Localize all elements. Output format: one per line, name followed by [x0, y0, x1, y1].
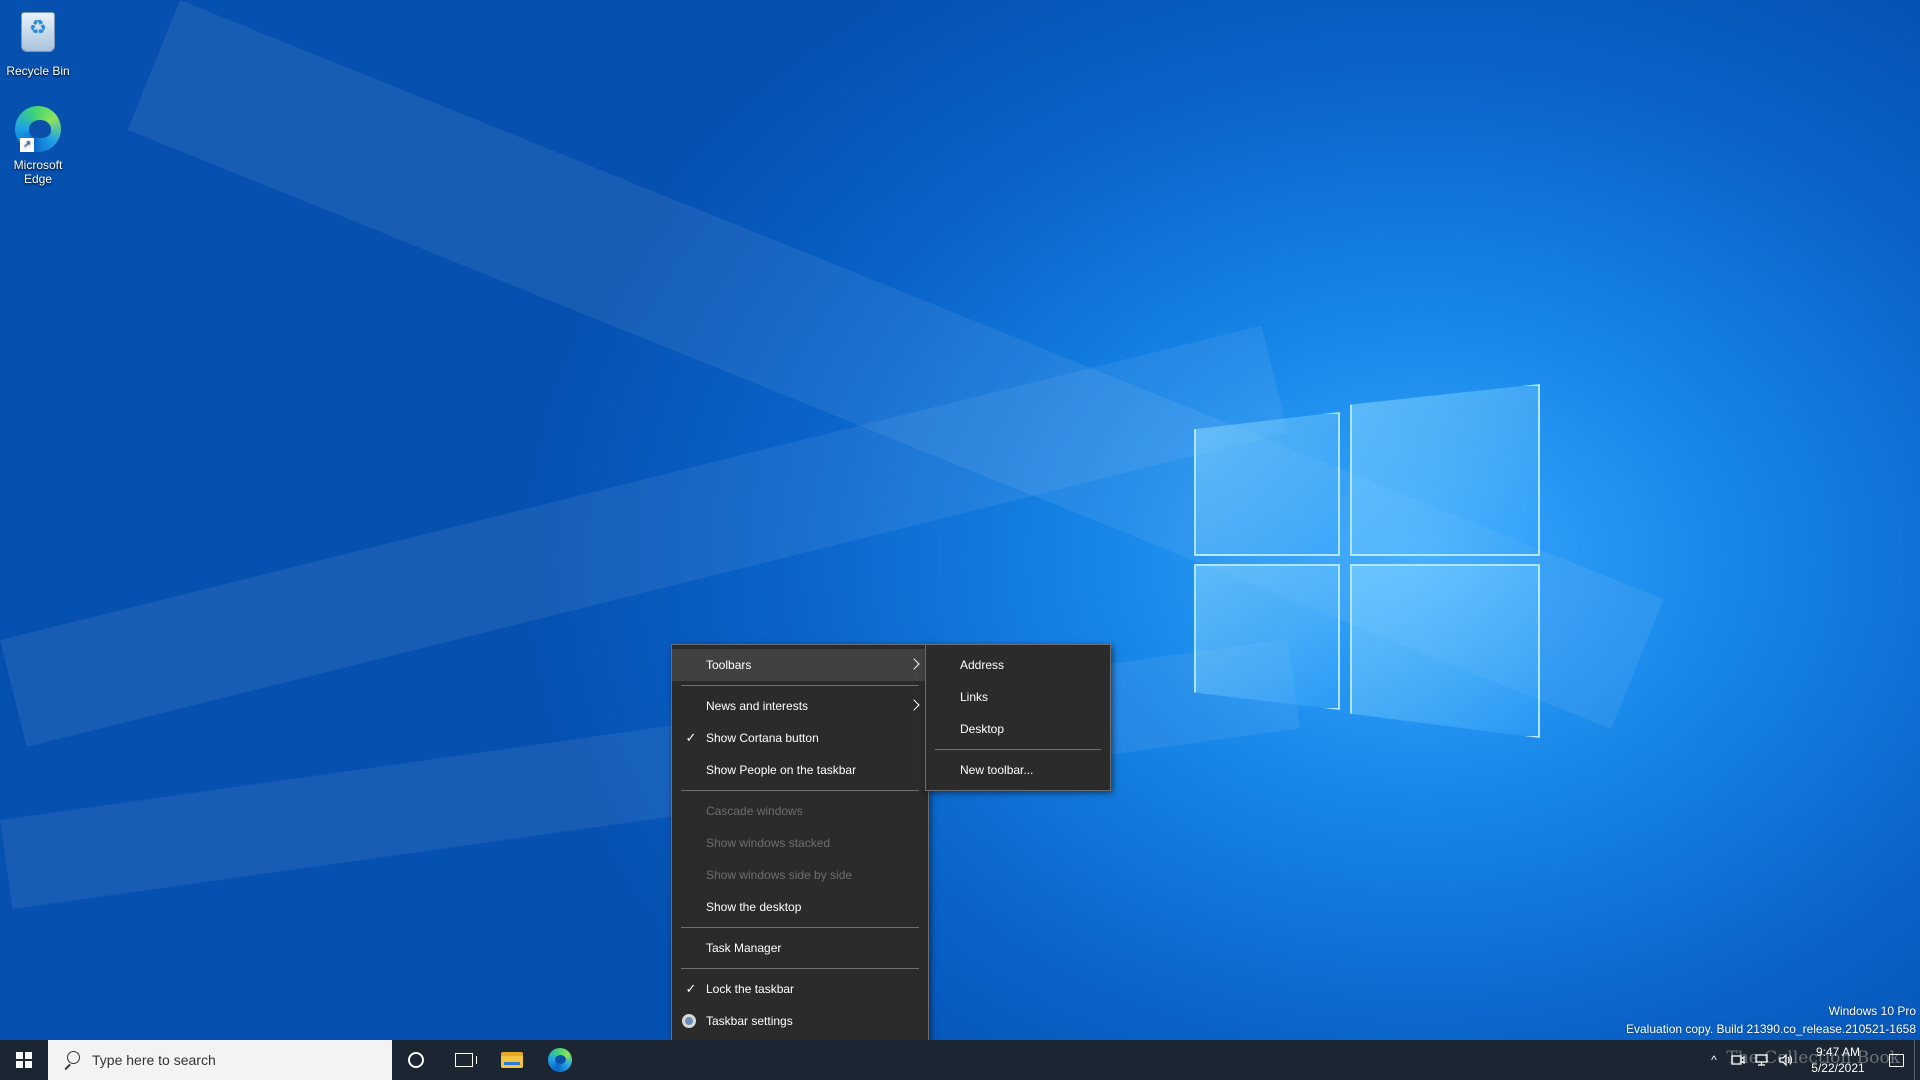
windows-logo-pane	[1194, 412, 1340, 556]
cortana-icon	[408, 1052, 424, 1068]
folder-icon	[501, 1052, 523, 1068]
file-explorer-button[interactable]	[488, 1040, 536, 1080]
edge-icon	[548, 1048, 572, 1072]
start-button[interactable]	[0, 1040, 48, 1080]
task-view-icon	[455, 1053, 477, 1067]
menu-item-task-manager[interactable]: Task Manager	[672, 932, 928, 964]
menu-item-label: Show windows stacked	[706, 836, 831, 850]
task-view-button[interactable]	[440, 1040, 488, 1080]
menu-item-label: Show People on the taskbar	[706, 763, 857, 777]
menu-item-cascade-windows: Cascade windows	[672, 795, 928, 827]
menu-item-show-people[interactable]: Show People on the taskbar	[672, 754, 928, 786]
menu-item-label: Show Cortana button	[706, 731, 819, 745]
desktop-icon-recycle-bin[interactable]: Recycle Bin	[0, 8, 76, 78]
menu-separator	[681, 790, 919, 791]
menu-item-label: Links	[960, 690, 989, 704]
checkmark-icon: ✓	[685, 981, 697, 996]
submenu-item-new-toolbar[interactable]: New toolbar...	[926, 754, 1110, 786]
menu-item-label: Show the desktop	[706, 900, 802, 914]
taskbar: Type here to search ^ 9:47 AM 5/22/2021	[0, 1040, 1920, 1080]
menu-item-show-cortana[interactable]: ✓ Show Cortana button	[672, 722, 928, 754]
recycle-bin-icon	[14, 12, 62, 60]
menu-separator	[681, 685, 919, 686]
desktop-icon-label: Recycle Bin	[6, 64, 70, 78]
menu-item-label: Taskbar settings	[706, 1014, 793, 1028]
menu-item-label: Lock the taskbar	[706, 982, 795, 996]
desktop-icon-label: Microsoft Edge	[13, 158, 63, 186]
submenu-item-links[interactable]: Links	[926, 681, 1110, 713]
menu-item-label: Task Manager	[706, 941, 782, 955]
search-icon	[62, 1051, 80, 1069]
edge-taskbar-button[interactable]	[536, 1040, 584, 1080]
search-placeholder: Type here to search	[92, 1052, 216, 1068]
show-hidden-icons-button[interactable]: ^	[1702, 1040, 1726, 1080]
search-box[interactable]: Type here to search	[48, 1040, 392, 1080]
menu-item-windows-stacked: Show windows stacked	[672, 827, 928, 859]
menu-item-windows-side-by-side: Show windows side by side	[672, 859, 928, 891]
menu-separator	[681, 968, 919, 969]
menu-separator	[935, 749, 1101, 750]
desktop-icon-edge[interactable]: ↗ Microsoft Edge	[0, 106, 76, 186]
chevron-right-icon	[908, 658, 920, 670]
menu-item-label: Show windows side by side	[706, 868, 853, 882]
menu-item-toolbars[interactable]: Toolbars	[672, 649, 928, 681]
submenu-item-desktop[interactable]: Desktop	[926, 713, 1110, 745]
menu-item-lock-taskbar[interactable]: ✓ Lock the taskbar	[672, 973, 928, 1005]
menu-item-label: News and interests	[706, 699, 809, 713]
windows-logo-pane	[1350, 564, 1540, 738]
checkmark-icon: ✓	[685, 730, 697, 745]
menu-item-label: New toolbar...	[960, 763, 1034, 777]
menu-item-label: Cascade windows	[706, 804, 803, 818]
menu-separator	[681, 927, 919, 928]
menu-item-label: Address	[960, 658, 1005, 672]
menu-item-news-and-interests[interactable]: News and interests	[672, 690, 928, 722]
windows-logo-icon	[16, 1052, 32, 1068]
windows-logo-pane	[1350, 384, 1540, 556]
menu-item-show-desktop[interactable]: Show the desktop	[672, 891, 928, 923]
desktop-wallpaper	[0, 0, 1920, 1080]
edition-text: Windows 10 Pro	[1828, 1004, 1916, 1018]
chevron-right-icon	[908, 699, 920, 711]
gear-icon	[682, 1014, 696, 1028]
chevron-up-icon: ^	[1711, 1053, 1717, 1067]
menu-item-taskbar-settings[interactable]: Taskbar settings	[672, 1005, 928, 1037]
toolbars-submenu: Address Links Desktop New toolbar...	[925, 644, 1111, 791]
build-text: Evaluation copy. Build 21390.co_release.…	[1626, 1022, 1916, 1036]
brand-watermark: The Collection Book	[1726, 1048, 1900, 1068]
show-desktop-button[interactable]	[1914, 1040, 1920, 1080]
windows-logo-pane	[1194, 564, 1340, 710]
shortcut-arrow-icon: ↗	[20, 138, 34, 152]
submenu-item-address[interactable]: Address	[926, 649, 1110, 681]
menu-item-label: Desktop	[960, 722, 1005, 736]
evaluation-watermark: Windows 10 Pro Evaluation copy. Build 21…	[1626, 1002, 1916, 1038]
taskbar-context-menu: Toolbars News and interests ✓ Show Corta…	[671, 644, 929, 1042]
menu-item-label: Toolbars	[706, 658, 752, 672]
cortana-button[interactable]	[392, 1040, 440, 1080]
edge-icon: ↗	[14, 106, 62, 154]
